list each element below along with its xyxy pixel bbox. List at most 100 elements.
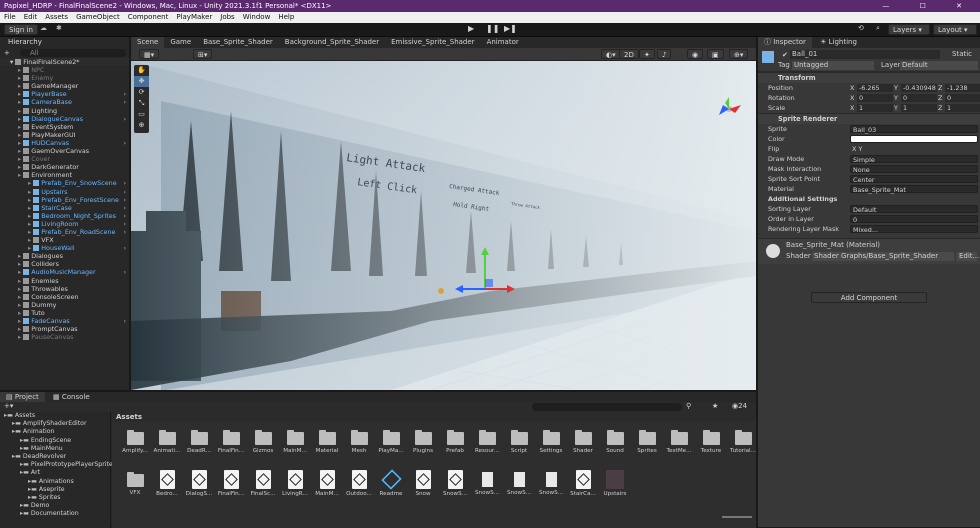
field-value[interactable]: X Y	[850, 145, 978, 153]
folder-tree-item[interactable]: ▸▬ Art	[0, 469, 110, 477]
field-value[interactable]: Mixed...	[850, 225, 978, 234]
hierarchy-item[interactable]: ▸ FadeCanvas ›	[0, 317, 129, 325]
object-name-field[interactable]: Ball_01	[790, 50, 940, 59]
layers-dropdown[interactable]: Layers ▾	[888, 24, 930, 35]
asset-folder[interactable]: Tutorial...	[728, 430, 758, 454]
y-field[interactable]: -0.430948	[901, 84, 937, 92]
asset-folder[interactable]: Sprites	[632, 430, 662, 454]
asset-folder[interactable]: PlayMa...	[376, 430, 406, 454]
hierarchy-item[interactable]: ▸ Enemy	[0, 74, 129, 82]
asset-folder[interactable]: Settings	[536, 430, 566, 454]
field-value[interactable]: Center	[850, 175, 978, 184]
asset-unity[interactable]: StairCa...	[568, 470, 598, 497]
asset-unity[interactable]: SnowS...	[440, 470, 470, 497]
history-icon[interactable]: ⟲	[858, 24, 864, 32]
menu-item-component[interactable]: Component	[128, 13, 169, 21]
hand-tool-icon[interactable]: ✋	[134, 65, 149, 76]
hierarchy-item[interactable]: ▸ Enemies	[0, 277, 129, 285]
folder-tree-item[interactable]: ▸▬ Aseprite	[0, 486, 110, 494]
asset-unity[interactable]: Snow	[408, 470, 438, 497]
y-field[interactable]: 0	[901, 94, 937, 102]
asset-unity[interactable]: LivingR...	[280, 470, 310, 497]
hierarchy-item[interactable]: ▸ Colliders	[0, 260, 129, 268]
asset-folder[interactable]: Plugins	[408, 430, 438, 454]
hierarchy-item[interactable]: ▸ Bedroom_Night_Sprites ›	[0, 212, 129, 220]
add-asset-button[interactable]: +▾	[4, 402, 13, 410]
toggle-2d-button[interactable]: 2D	[619, 49, 639, 59]
folder-tree-item[interactable]: ▸▬ PixelPrototypePlayerSprite	[0, 461, 113, 469]
shading-mode-button[interactable]: ▦▾	[139, 49, 160, 59]
field-value[interactable]: Default	[850, 205, 978, 214]
asset-folder[interactable]: DeadR...	[184, 430, 214, 454]
sign-in-button[interactable]: Sign in	[4, 24, 38, 35]
field-value[interactable]	[850, 135, 978, 143]
hierarchy-item[interactable]: ▸ AudioMusicManager ›	[0, 268, 129, 276]
hierarchy-item[interactable]: ▸ Upstairs ›	[0, 188, 129, 196]
open-prefab-icon[interactable]: ›	[123, 228, 126, 236]
z-field[interactable]: 1	[945, 104, 980, 112]
asset-folder[interactable]: Shader	[568, 430, 598, 454]
favorite-icon[interactable]: ★	[712, 402, 718, 410]
hierarchy-item[interactable]: ▸ Tuto	[0, 309, 129, 317]
hierarchy-item[interactable]: ▸ PlayMakerGUI	[0, 131, 129, 139]
open-prefab-icon[interactable]: ›	[123, 115, 126, 123]
hierarchy-item[interactable]: ▸ HouseWall ›	[0, 244, 129, 252]
tab-animator[interactable]: Animator	[481, 37, 525, 48]
sprite-renderer-header[interactable]: Sprite Renderer	[758, 113, 980, 124]
search-icon[interactable]: ⌕	[876, 24, 880, 33]
static-toggle[interactable]: Static	[952, 50, 972, 58]
hierarchy-item[interactable]: ▸ Dummy	[0, 301, 129, 309]
scene-viewport[interactable]: Light Attack Left Click Charged Attack H…	[131, 61, 756, 390]
additional-settings-foldout[interactable]: Additional Settings	[758, 194, 980, 204]
open-prefab-icon[interactable]: ›	[123, 317, 126, 325]
asset-folder[interactable]: FinalFin...	[216, 430, 246, 454]
folder-tree-item[interactable]: ▸▬ Assets	[0, 412, 110, 420]
open-prefab-icon[interactable]: ›	[123, 196, 126, 204]
transform-tool-icon[interactable]: ⊕	[134, 120, 149, 131]
folder-tree-item[interactable]: ▸▬ Animations	[0, 478, 110, 486]
open-prefab-icon[interactable]: ›	[123, 220, 126, 228]
asset-folder[interactable]: Mesh	[344, 430, 374, 454]
menu-item-assets[interactable]: Assets	[45, 13, 68, 21]
open-prefab-icon[interactable]: ›	[123, 98, 126, 106]
tab-emissive-sprite-shader[interactable]: Emissive_Sprite_Shader	[385, 37, 480, 48]
menu-item-jobs[interactable]: Jobs	[220, 13, 234, 21]
asset-folder[interactable]: Resour...	[472, 430, 502, 454]
z-field[interactable]: 0	[945, 94, 980, 102]
scale-tool-icon[interactable]: ⤡	[134, 98, 149, 109]
asset-doc[interactable]: SnowS...	[536, 470, 566, 496]
pause-button[interactable]: ❚❚	[486, 24, 499, 33]
tab-game[interactable]: Game	[164, 37, 197, 48]
folder-tree-item[interactable]: ▸▬ Sprites	[0, 494, 110, 502]
hierarchy-item[interactable]: ▸ ConsoleScreen	[0, 293, 129, 301]
move-tool-icon[interactable]: ✥	[134, 76, 149, 87]
asset-folder[interactable]: Sound	[600, 430, 630, 454]
transform-header[interactable]: Transform	[758, 72, 980, 83]
hierarchy-item[interactable]: ▸ Prefab_Env_SnowScene ›	[0, 179, 129, 187]
z-field[interactable]: -1.238	[945, 84, 980, 92]
gizmos-icon[interactable]: ⊕▾	[729, 49, 749, 59]
hierarchy-item[interactable]: ▸ LivingRoom ›	[0, 220, 129, 228]
rotate-tool-icon[interactable]: ⟳	[134, 87, 149, 98]
asset-unity[interactable]: Outdoo...	[344, 470, 374, 497]
field-value[interactable]: Base_Sprite_Mat	[850, 185, 978, 194]
field-value[interactable]: Ball_03	[850, 125, 978, 134]
tag-dropdown[interactable]: Untagged	[792, 61, 874, 70]
add-button[interactable]: +	[4, 49, 10, 57]
menu-item-help[interactable]: Help	[278, 13, 294, 21]
asset-folder[interactable]: Material	[312, 430, 342, 454]
visibility-icon[interactable]: ◉	[687, 49, 704, 59]
hierarchy-item[interactable]: ▸ PlayerBase ›	[0, 90, 129, 98]
folder-tree-item[interactable]: ▸▬ DeadRevolver	[0, 453, 110, 461]
asset-folder[interactable]: Gizmos	[248, 430, 278, 454]
folder-tree-item[interactable]: ▸▬ EndingScene	[0, 437, 110, 445]
filter-icon[interactable]: ⚲	[686, 402, 691, 410]
hierarchy-search-input[interactable]: All	[20, 49, 126, 57]
hierarchy-item[interactable]: ▸ StairCase ›	[0, 204, 129, 212]
hierarchy-item[interactable]: ▸ Cover	[0, 155, 129, 163]
cloud-icon[interactable]: ☁	[40, 24, 47, 32]
x-field[interactable]: 0	[857, 94, 893, 102]
asset-unity[interactable]: MainM...	[312, 470, 342, 497]
scene-root[interactable]: ▾ FinalFinalScene2*	[0, 58, 129, 67]
open-prefab-icon[interactable]: ›	[123, 268, 126, 276]
